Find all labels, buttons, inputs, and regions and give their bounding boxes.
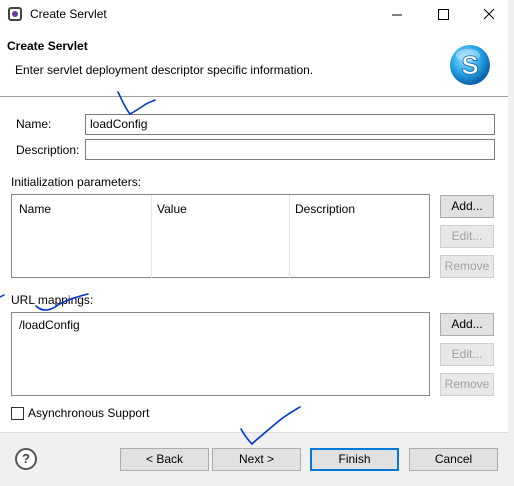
- annotation-overlay: [0, 91, 301, 446]
- annotation-tick-mark: [0, 294, 5, 298]
- annotation-check-mark: [117, 91, 156, 115]
- annotation-check-mark: [240, 406, 301, 446]
- annotation-underline-mark: [35, 293, 89, 311]
